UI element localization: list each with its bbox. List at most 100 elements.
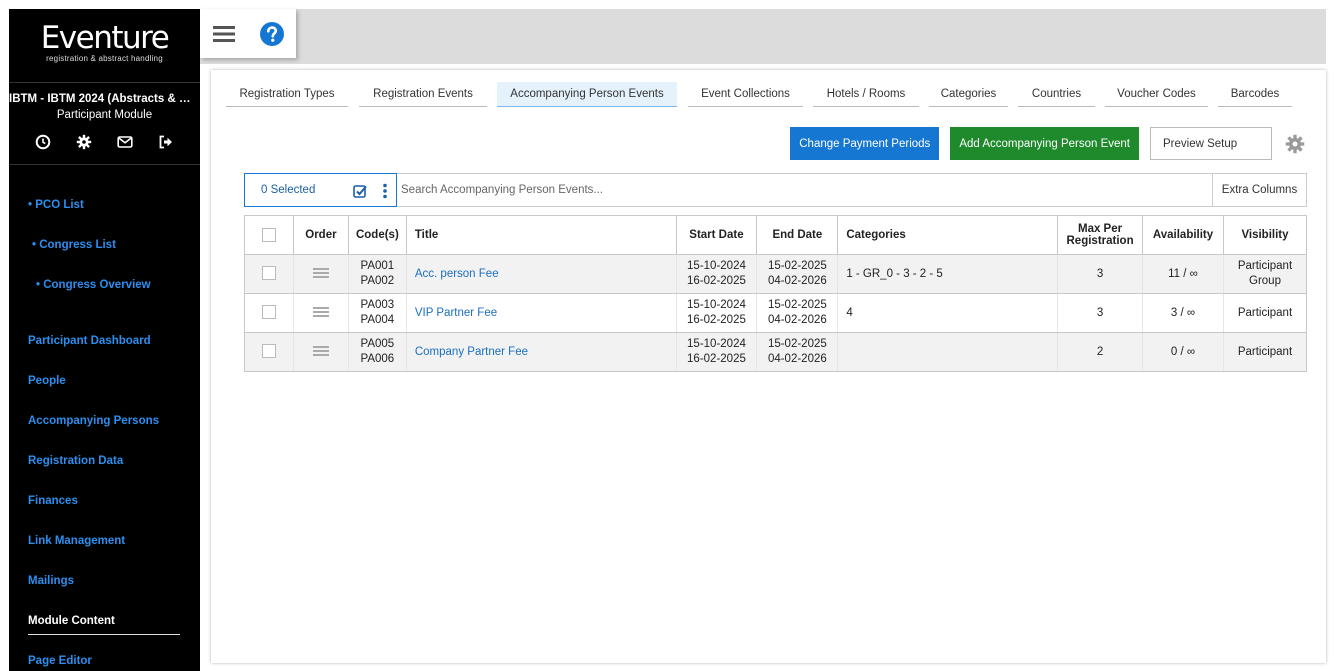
table-row[interactable]: PA005 PA006 Company Partner Fee 15-10-202… [244,332,1308,372]
tab-barcodes[interactable]: Barcodes [1218,82,1292,107]
tab-accompanying-person-events[interactable]: Accompanying Person Events [497,82,677,107]
row-checkbox[interactable] [261,344,276,359]
selected-count: 0 Selected [261,184,316,196]
start-date-cell: 15-10-2024 16-02-2025 [675,293,758,333]
tab-registration-events[interactable]: Registration Events [359,82,487,107]
header-categories[interactable]: Categories [837,215,1059,255]
sidebar-item-link-management[interactable]: Link Management [28,535,125,547]
drag-handle-icon[interactable] [312,266,329,280]
sidebar-item-registration-data[interactable]: Registration Data [28,455,123,467]
start-date: 16-02-2025 [687,314,746,326]
change-payment-periods-button[interactable]: Change Payment Periods [790,127,940,160]
selection-box[interactable]: 0 Selected [244,173,397,207]
categories-cell: 1 - GR_0 - 3 - 2 - 5 [837,254,1059,294]
visibility: Participant [1237,260,1293,272]
tab-event-collections[interactable]: Event Collections [688,82,803,107]
tab-voucher-codes[interactable]: Voucher Codes [1105,82,1208,107]
row-checkbox[interactable] [261,266,276,281]
logout-icon[interactable] [157,133,175,151]
sidebar-item-participant-dashboard[interactable]: Participant Dashboard [28,335,151,347]
end-date: 15-02-2025 [767,338,827,350]
end-date-cell: 15-02-2025 04-02-2026 [756,254,839,294]
title-cell: Company Partner Fee [405,332,677,372]
visibility: Participant [1237,345,1293,358]
table-row[interactable]: PA003 PA004 VIP Partner Fee 15-10-2024 16-… [244,293,1308,333]
sidebar-item-accompanying-persons[interactable]: Accompanying Persons [28,415,159,427]
select-all-header [244,215,294,255]
header-title[interactable]: Title [405,215,677,255]
tab-registration-types[interactable]: Registration Types [226,82,348,107]
title-cell: VIP Partner Fee [405,293,677,333]
codes-cell: PA003 PA004 [347,293,407,333]
availability-cell: 11 / ∞ [1142,254,1224,294]
module-name: Participant Module [56,109,153,121]
drag-handle-icon[interactable] [312,305,329,319]
gear-icon[interactable] [75,133,93,151]
settings-gear-icon[interactable] [1284,133,1306,155]
table-header-row: Order Code(s) Title Start Date End Date … [244,215,1308,255]
end-date-cell: 15-02-2025 04-02-2026 [756,293,839,333]
tab-hotels-rooms[interactable]: Hotels / Rooms [813,82,919,107]
more-options-icon[interactable] [382,183,388,199]
header-max-per-registration[interactable]: Max Per Registration [1057,215,1144,255]
start-date: 16-02-2025 [687,353,746,365]
sidebar-item-module-content[interactable]: Module Content [28,615,115,627]
event-title-link[interactable]: Acc. person Fee [415,268,499,280]
clock-icon[interactable] [34,133,52,151]
project-block: IBTM - IBTM 2024 (Abstracts & Par... Par… [9,83,200,165]
sidebar-icon-row [9,133,200,151]
sidebar-item-pco-list[interactable]: • PCO List [28,199,84,211]
extra-columns-button[interactable]: Extra Columns [1212,174,1306,206]
start-date-cell: 15-10-2024 16-02-2025 [675,254,758,294]
header-codes[interactable]: Code(s) [347,215,407,255]
event-title-link[interactable]: VIP Partner Fee [415,307,497,319]
tab-countries[interactable]: Countries [1018,82,1095,107]
help-icon[interactable] [248,9,296,58]
start-date-cell: 15-10-2024 16-02-2025 [675,332,758,372]
envelope-icon[interactable] [116,133,134,151]
max-cell: 2 [1057,332,1144,372]
order-cell [292,332,349,372]
code: PA006 [360,353,395,365]
visibility-cell: Participant [1222,293,1308,333]
header-availability[interactable]: Availability [1142,215,1224,255]
hamburger-icon[interactable] [200,9,248,58]
table-row[interactable]: PA001 PA002 Acc. person Fee 15-10-2024 16-… [244,254,1308,294]
code: PA002 [360,275,395,287]
row-select-cell [244,293,294,333]
logo-tagline: registration & abstract handling [46,54,163,63]
code: PA005 [360,338,395,350]
drag-handle-icon[interactable] [312,344,329,358]
search-input[interactable] [397,174,1212,206]
sidebar-item-congress-overview[interactable]: • Congress Overview [36,279,151,291]
end-date-cell: 15-02-2025 04-02-2026 [756,332,839,372]
visibility-cell: Participant Group [1222,254,1308,294]
sidebar-item-people[interactable]: People [28,375,66,387]
visibility-cell: Participant [1222,332,1308,372]
preview-setup-button[interactable]: Preview Setup [1150,127,1272,160]
header-visibility[interactable]: Visibility [1222,215,1308,255]
logo: Eventure registration & abstract handlin… [9,9,200,83]
header-max-line1: Max Per [1077,223,1123,235]
start-date: 16-02-2025 [687,275,746,287]
header-start-date[interactable]: Start Date [675,215,758,255]
header-end-date[interactable]: End Date [756,215,839,255]
sidebar-item-congress-list[interactable]: • Congress List [32,239,116,251]
action-bar: Change Payment Periods Add Accompanying … [790,127,1306,160]
logo-word: Eventure [40,20,170,56]
end-date: 04-02-2026 [767,275,827,287]
sidebar-item-page-editor[interactable]: Page Editor [28,655,92,667]
add-accompanying-person-event-button[interactable]: Add Accompanying Person Event [950,127,1139,160]
start-date: 15-10-2024 [687,299,746,311]
sidebar-item-finances[interactable]: Finances [28,495,78,507]
search-bar: 0 Selected Extra Columns [244,173,1307,207]
header-order[interactable]: Order [292,215,349,255]
start-date: 15-10-2024 [687,260,746,272]
row-checkbox[interactable] [261,305,276,320]
sidebar-item-mailings[interactable]: Mailings [28,575,74,587]
tab-categories[interactable]: Categories [929,82,1008,107]
end-date: 04-02-2026 [767,314,827,326]
select-all-check-icon[interactable] [353,184,367,198]
select-all-checkbox[interactable] [261,228,276,242]
event-title-link[interactable]: Company Partner Fee [415,346,528,358]
